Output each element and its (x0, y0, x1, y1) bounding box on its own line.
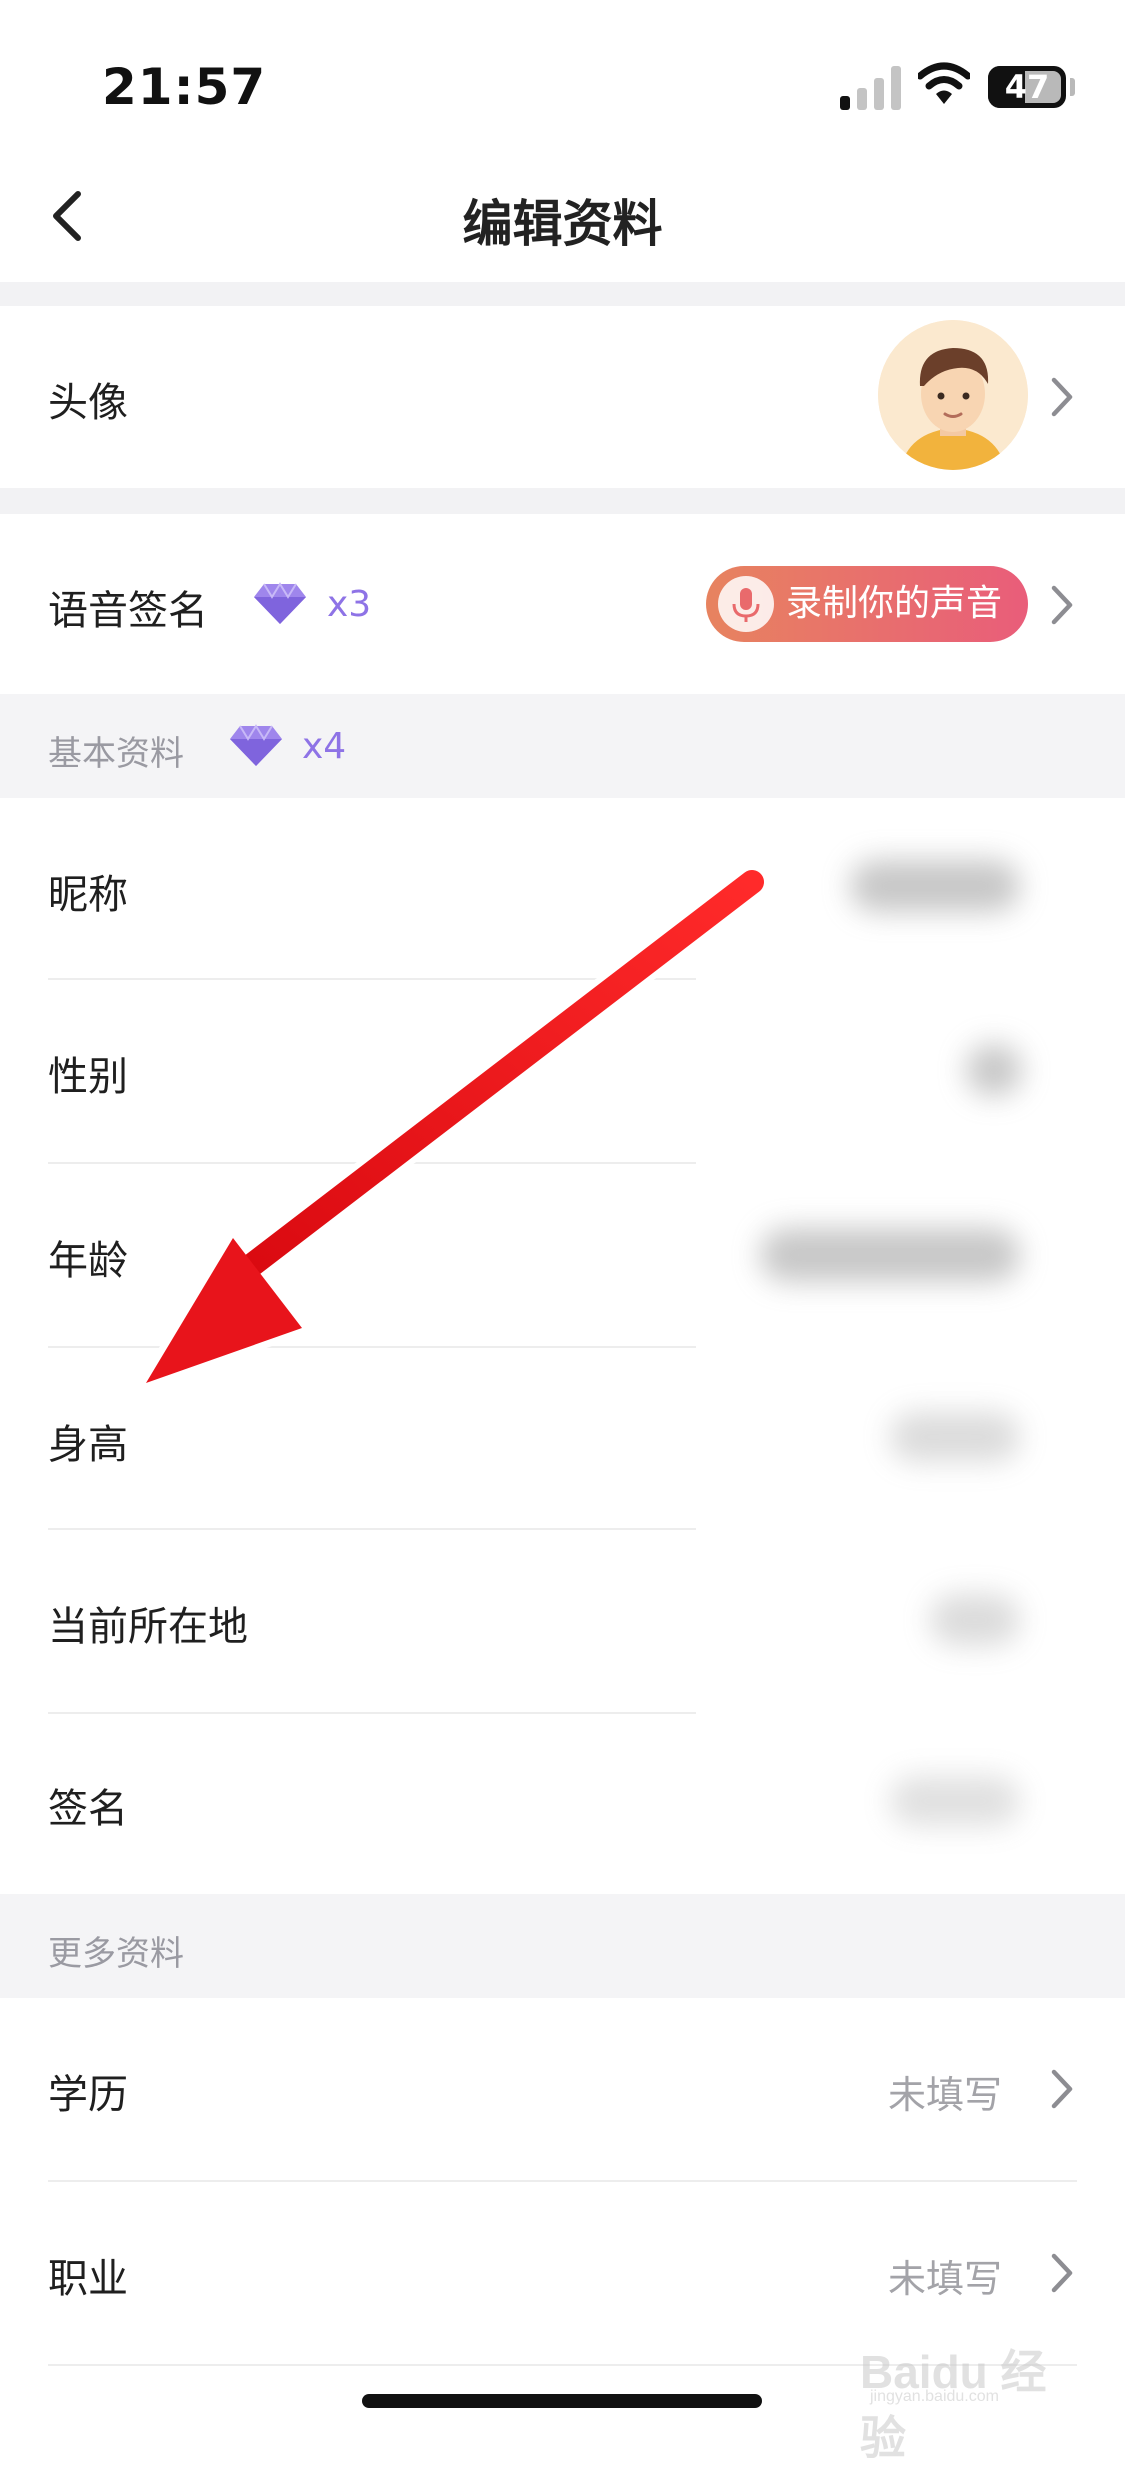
diamond-icon (254, 582, 306, 624)
height-row[interactable]: 身高 (0, 1348, 1125, 1530)
chevron-right-icon (1051, 377, 1073, 417)
battery-percent: 47 (1004, 68, 1050, 106)
voice-signature-row[interactable]: 语音签名 x3 录制你的声音 (0, 514, 1125, 694)
record-voice-label: 录制你的声音 (786, 583, 1003, 624)
age-value-blurred (760, 1228, 1020, 1282)
location-value-blurred (930, 1594, 1020, 1646)
chevron-right-icon (1051, 2253, 1073, 2293)
signature-value-blurred (890, 1776, 1020, 1826)
home-indicator[interactable] (362, 2394, 762, 2408)
diamond-icon (230, 724, 282, 766)
signature-row[interactable]: 签名 (0, 1714, 1125, 1894)
age-row[interactable]: 年龄 (0, 1164, 1125, 1348)
status-bar: 21:57 47 (0, 0, 1125, 150)
wifi-icon (918, 62, 970, 104)
voice-signature-label: 语音签名 (48, 588, 208, 634)
basic-info-header: 基本资料 x4 (0, 694, 1125, 798)
nickname-value-blurred (850, 860, 1020, 912)
gender-value-blurred (966, 1044, 1022, 1096)
more-info-header: 更多资料 (0, 1894, 1125, 1998)
status-time: 21:57 (102, 58, 267, 116)
gender-row[interactable]: 性别 (0, 980, 1125, 1164)
nav-bar: 编辑资料 (0, 150, 1125, 280)
avatar-image[interactable] (878, 320, 1028, 470)
nickname-row[interactable]: 昵称 (0, 798, 1125, 980)
page-title: 编辑资料 (462, 195, 663, 253)
signature-label: 签名 (48, 1786, 128, 1832)
avatar-illustration (878, 320, 1028, 470)
height-label: 身高 (48, 1422, 128, 1468)
signal-icon (840, 66, 901, 110)
gender-label: 性别 (48, 1054, 128, 1100)
section-gap (0, 488, 1125, 514)
height-value-blurred (890, 1412, 1020, 1462)
education-value: 未填写 (888, 2073, 1003, 2117)
more-info-title: 更多资料 (48, 1934, 184, 1974)
record-voice-button[interactable]: 录制你的声音 (706, 566, 1028, 642)
microphone-icon (718, 576, 774, 632)
section-gap (0, 282, 1125, 306)
avatar-label: 头像 (48, 380, 128, 426)
watermark-sub: jingyan.baidu.com (870, 2388, 999, 2405)
watermark: Baidu 经验 jingyan.baidu.com (860, 2328, 1070, 2464)
occupation-value: 未填写 (888, 2257, 1003, 2301)
avatar-row[interactable]: 头像 (0, 306, 1125, 488)
basic-gem-count: x4 (302, 726, 347, 767)
voice-gem-count: x3 (327, 584, 372, 625)
location-row[interactable]: 当前所在地 (0, 1530, 1125, 1714)
location-label: 当前所在地 (48, 1604, 248, 1650)
nickname-label: 昵称 (48, 872, 128, 918)
basic-info-title: 基本资料 (48, 734, 184, 774)
battery-icon: 47 (988, 66, 1066, 108)
age-label: 年龄 (48, 1238, 128, 1284)
education-row[interactable]: 学历 未填写 (0, 1998, 1125, 2182)
chevron-right-icon (1051, 585, 1073, 625)
battery-tip (1070, 78, 1075, 96)
education-label: 学历 (48, 2072, 128, 2118)
chevron-right-icon (1051, 2069, 1073, 2109)
occupation-label: 职业 (48, 2256, 128, 2302)
